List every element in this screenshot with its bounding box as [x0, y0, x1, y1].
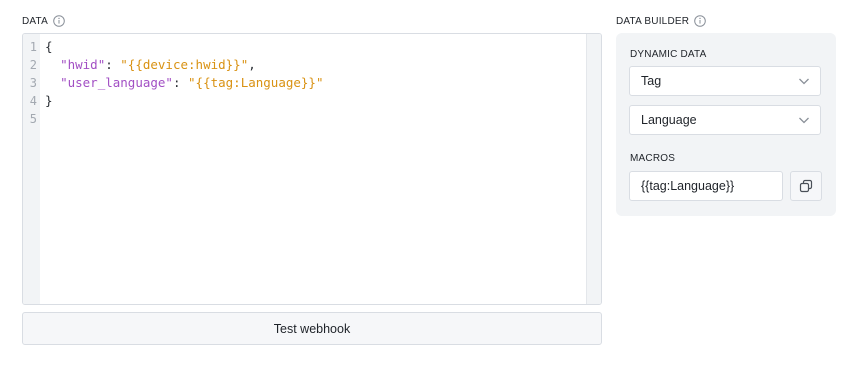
data-label: DATA [22, 15, 65, 27]
dynamic-data-label: DYNAMIC DATA [630, 49, 707, 60]
line-number: 1 [29, 40, 37, 54]
json-code-editor[interactable]: 1 2 3 4 5 { "hwid": "{{device:hwid}}", "… [22, 33, 602, 305]
code-line: { [45, 38, 585, 56]
json-key: "user_language" [60, 75, 173, 90]
json-separator: : [172, 75, 189, 90]
info-icon[interactable] [694, 15, 706, 27]
data-builder-label: DATA BUILDER [616, 15, 706, 27]
line-number-gutter: 1 2 3 4 5 [23, 34, 40, 304]
line-number: 2 [29, 58, 37, 72]
chevron-down-icon [799, 117, 809, 124]
data-label-text: DATA [22, 15, 48, 27]
info-icon[interactable] [53, 15, 65, 27]
macro-input[interactable] [629, 171, 783, 201]
code-content[interactable]: { "hwid": "{{device:hwid}}", "user_langu… [45, 38, 585, 128]
code-line: "hwid": "{{device:hwid}}", [45, 56, 585, 74]
json-value: "{{tag:Language}}" [188, 75, 324, 90]
line-number: 5 [29, 112, 37, 126]
brace-open: { [45, 39, 53, 54]
select-value: Language [641, 113, 697, 127]
code-line: } [45, 92, 585, 110]
line-number: 3 [29, 76, 37, 90]
json-key: "hwid" [60, 57, 106, 72]
data-builder-label-text: DATA BUILDER [616, 15, 690, 27]
line-number: 4 [29, 94, 37, 108]
copy-button[interactable] [790, 171, 822, 201]
dynamic-data-field-select[interactable]: Language [629, 105, 821, 135]
brace-close: } [45, 93, 53, 108]
select-value: Tag [641, 74, 662, 88]
json-separator: : [105, 57, 121, 72]
copy-icon [799, 179, 813, 193]
macros-label: MACROS [630, 153, 676, 164]
chevron-down-icon [799, 78, 809, 85]
json-comma: , [248, 57, 256, 72]
data-builder-panel: DYNAMIC DATA Tag Language MACROS [616, 33, 836, 216]
test-webhook-button[interactable]: Test webhook [22, 312, 602, 345]
dynamic-data-type-select[interactable]: Tag [629, 66, 821, 96]
code-line: "user_language": "{{tag:Language}}" [45, 74, 585, 92]
editor-scrollbar[interactable] [586, 34, 601, 304]
json-value: "{{device:hwid}}" [120, 57, 249, 72]
